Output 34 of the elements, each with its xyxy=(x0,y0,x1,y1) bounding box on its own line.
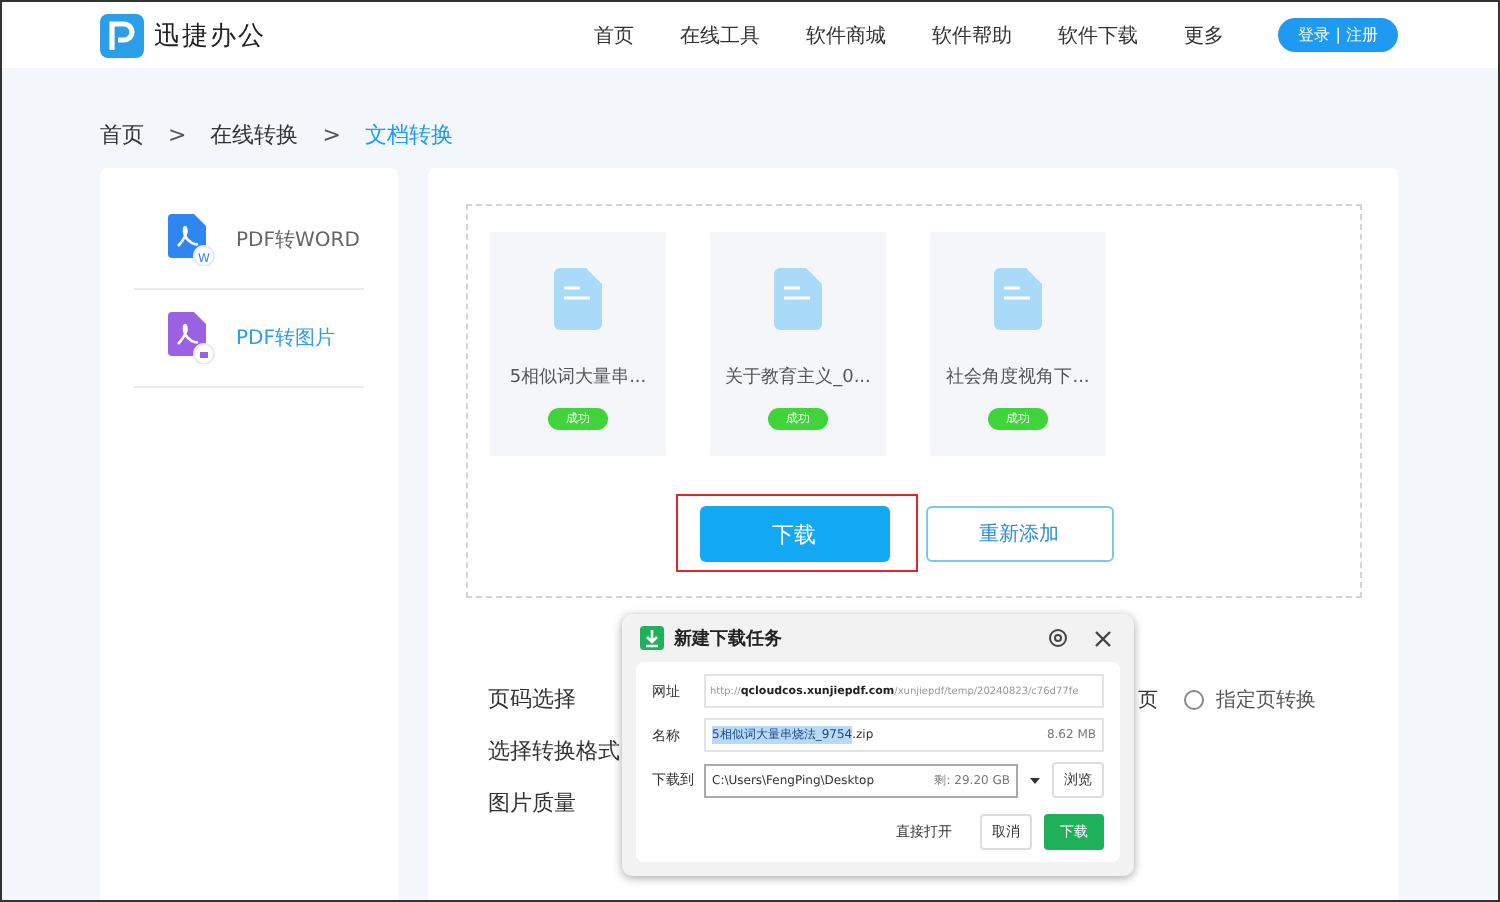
caret-icon[interactable] xyxy=(1030,777,1040,783)
document-icon xyxy=(554,268,602,330)
form-label: 选择转换格式 xyxy=(488,736,620,766)
re-add-button[interactable]: 重新添加 xyxy=(925,506,1113,562)
breadcrumb-separator: > xyxy=(322,122,341,148)
logo-icon xyxy=(100,13,144,57)
nav-link[interactable]: 更多 xyxy=(1184,21,1225,49)
logo-text: 迅捷办公 xyxy=(154,19,266,53)
file-name: 5相似词大量串... xyxy=(509,365,647,390)
nav-link[interactable]: 软件下载 xyxy=(1058,21,1139,49)
form-label: 页码选择 xyxy=(488,684,576,714)
sidebar-label: PDF转图片 xyxy=(236,325,335,352)
document-icon xyxy=(774,268,822,330)
radio-button[interactable] xyxy=(1184,689,1204,709)
file-name: 关于教育主义_0... xyxy=(725,364,871,390)
radio-label: 指定页转换 xyxy=(1216,687,1316,713)
sidebar-label: PDF转WORD xyxy=(236,228,360,254)
dialog-title: 新建下载任务 xyxy=(674,626,784,651)
file-name: 社会角度视角下... xyxy=(946,365,1090,390)
radio-option[interactable]: 指定页转换 xyxy=(1184,685,1316,713)
pdf-file-icon xyxy=(168,312,216,364)
settings-icon[interactable] xyxy=(1048,628,1068,648)
nav-link[interactable]: 软件帮助 xyxy=(932,21,1013,49)
breadcrumb-separator: > xyxy=(168,122,187,148)
breadcrumb-link[interactable]: 首页 xyxy=(100,120,144,150)
close-icon[interactable] xyxy=(1094,629,1112,647)
form-label: 图片质量 xyxy=(488,788,576,818)
option-label: 页 xyxy=(1138,687,1158,713)
nav-link[interactable]: 软件商城 xyxy=(806,21,887,49)
nav-link[interactable]: 首页 xyxy=(594,21,635,49)
document-icon xyxy=(994,268,1042,330)
breadcrumb-link[interactable]: 在线转换 xyxy=(210,120,299,150)
nav-link[interactable]: 在线工具 xyxy=(680,21,761,49)
download-icon xyxy=(640,626,664,650)
